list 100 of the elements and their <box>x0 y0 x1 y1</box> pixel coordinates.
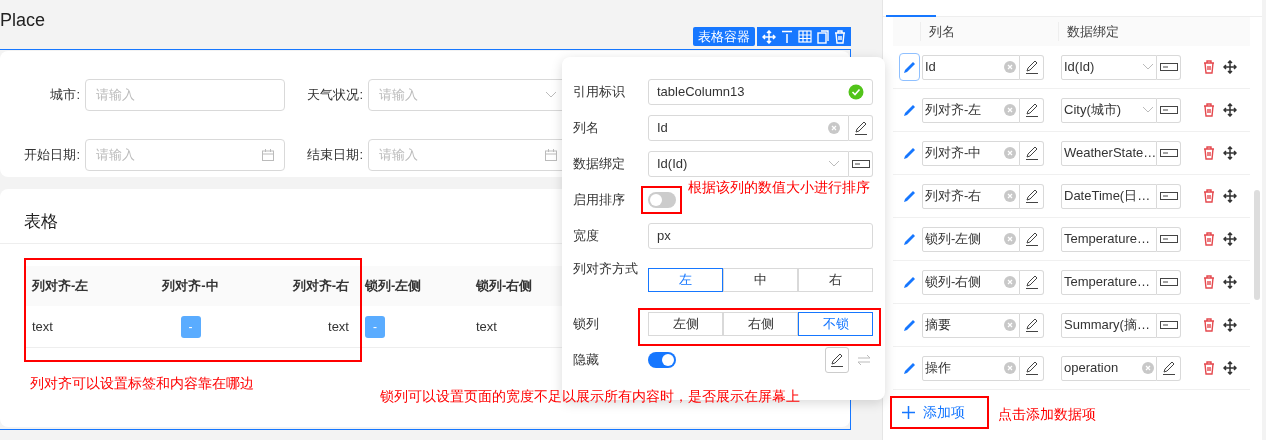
input-field[interactable]: DateTime(日… <box>1061 183 1157 209</box>
delete-icon[interactable] <box>1203 103 1215 117</box>
input-field[interactable]: 操作 <box>922 355 1020 381</box>
add-item-button[interactable]: 添加项 <box>892 397 989 428</box>
segment-option[interactable]: 不锁 <box>798 312 873 336</box>
edit-button[interactable] <box>1020 226 1044 252</box>
edit-button[interactable] <box>1020 183 1044 209</box>
input-field[interactable]: City(城市) <box>1061 97 1157 123</box>
pencil-icon <box>1023 317 1040 333</box>
input-field[interactable]: Id <box>922 54 1020 80</box>
input-field[interactable]: 列对齐-中 <box>922 140 1020 166</box>
column-header: 列名 <box>920 21 1058 42</box>
move-icon[interactable] <box>762 29 776 44</box>
segment-option[interactable]: 左侧 <box>648 312 723 336</box>
input-field[interactable]: Temperature… <box>1061 226 1157 252</box>
input-field[interactable]: tableColumn13 <box>648 79 873 105</box>
edit-button[interactable] <box>1020 269 1044 295</box>
bind-button[interactable] <box>1157 226 1181 252</box>
caret-icon <box>1142 106 1154 114</box>
segment-option[interactable]: 右 <box>798 268 873 292</box>
pencil-icon <box>902 274 917 290</box>
input-field[interactable]: 列对齐-右 <box>922 183 1020 209</box>
annotation-text: 锁列可以设置页面的宽度不足以展示所有内容时，是否展示在屏幕上 <box>380 387 800 406</box>
bind-button[interactable] <box>1157 97 1181 123</box>
drag-icon[interactable] <box>1223 189 1237 203</box>
segment-option[interactable]: 左 <box>648 268 723 292</box>
toggle-switch[interactable] <box>648 352 676 368</box>
input-field[interactable]: 锁列-左侧 <box>922 226 1020 252</box>
property-label: 锁列 <box>573 315 600 333</box>
bind-button[interactable] <box>1157 312 1181 338</box>
table-cell-text: text <box>476 317 497 336</box>
edit-button[interactable] <box>1020 97 1044 123</box>
edit-button[interactable] <box>1020 140 1044 166</box>
copy-icon[interactable] <box>817 29 829 44</box>
edit-row-button[interactable] <box>899 53 920 81</box>
input-field[interactable]: Temperature… <box>1061 269 1157 295</box>
toggle-switch[interactable] <box>648 192 676 208</box>
edit-button[interactable] <box>1020 54 1044 80</box>
pencil-icon <box>902 360 917 376</box>
column-header: 数据绑定 <box>1058 21 1195 42</box>
drag-icon[interactable] <box>1223 103 1237 117</box>
pencil-icon <box>1023 360 1040 376</box>
delete-icon[interactable] <box>1203 189 1215 203</box>
bind-button[interactable] <box>1157 183 1181 209</box>
column-header: 列对齐-左 <box>24 266 135 306</box>
pencil-icon <box>902 102 917 118</box>
bind-button[interactable] <box>1157 140 1181 166</box>
calendar-icon <box>262 149 274 161</box>
property-label: 引用标识 <box>573 83 626 101</box>
check-icon <box>848 84 864 100</box>
bind-button[interactable] <box>849 151 873 177</box>
delete-icon[interactable] <box>1203 318 1215 332</box>
edit-button[interactable] <box>1157 355 1181 381</box>
segment-option[interactable]: 右侧 <box>723 312 798 336</box>
input-field[interactable]: 摘要 <box>922 312 1020 338</box>
drag-icon[interactable] <box>1223 361 1237 375</box>
input-field[interactable]: 列对齐-左 <box>922 97 1020 123</box>
input-field[interactable]: operation <box>1061 355 1157 381</box>
drag-icon[interactable] <box>1223 60 1237 74</box>
field-icon <box>1159 320 1178 330</box>
bind-button[interactable] <box>1157 269 1181 295</box>
drag-icon[interactable] <box>1223 146 1237 160</box>
input-field[interactable]: WeatherState… <box>1061 140 1157 166</box>
segment-option[interactable]: 中 <box>723 268 798 292</box>
input-field[interactable]: Id(Id) <box>648 151 849 177</box>
scrollbar-thumb[interactable] <box>1254 190 1260 300</box>
edit-button[interactable] <box>825 347 849 373</box>
field-label: 结束日期: <box>306 146 364 165</box>
delete-icon[interactable] <box>1203 275 1215 289</box>
edit-button[interactable] <box>849 115 873 141</box>
annotation-text: 点击添加数据项 <box>998 405 1096 424</box>
input-field[interactable]: px <box>648 223 873 249</box>
drag-icon[interactable] <box>1223 318 1237 332</box>
pencil-icon <box>1023 145 1040 161</box>
card-title: 表格 <box>24 212 58 231</box>
pencil-icon <box>902 145 917 161</box>
pencil-icon <box>1023 59 1040 75</box>
input-field[interactable]: Id <box>648 115 849 141</box>
input-field[interactable]: Summary(摘… <box>1061 312 1157 338</box>
field-label: 开始日期: <box>23 146 81 165</box>
edit-button[interactable] <box>1020 312 1044 338</box>
annotation-frame <box>641 186 682 214</box>
column-header: 锁列-左侧 <box>357 266 468 306</box>
edit-button[interactable] <box>1020 355 1044 381</box>
page-title: Place <box>0 9 46 32</box>
delete-icon[interactable] <box>1203 232 1215 246</box>
bind-button[interactable] <box>1157 54 1181 80</box>
delete-icon[interactable] <box>1203 146 1215 160</box>
delete-icon[interactable] <box>1203 60 1215 74</box>
delete-icon[interactable] <box>1203 361 1215 375</box>
drag-icon[interactable] <box>1223 232 1237 246</box>
pencil-icon <box>1160 360 1177 376</box>
input-field[interactable]: 锁列-右侧 <box>922 269 1020 295</box>
input-field[interactable]: Id(Id) <box>1061 54 1157 80</box>
align-top-icon[interactable] <box>781 29 793 44</box>
drag-icon[interactable] <box>1223 275 1237 289</box>
field-label: 天气状况: <box>306 86 364 105</box>
column-header: 列对齐-中 <box>135 266 246 306</box>
table-icon[interactable] <box>798 30 812 43</box>
property-label: 数据绑定 <box>573 155 626 173</box>
